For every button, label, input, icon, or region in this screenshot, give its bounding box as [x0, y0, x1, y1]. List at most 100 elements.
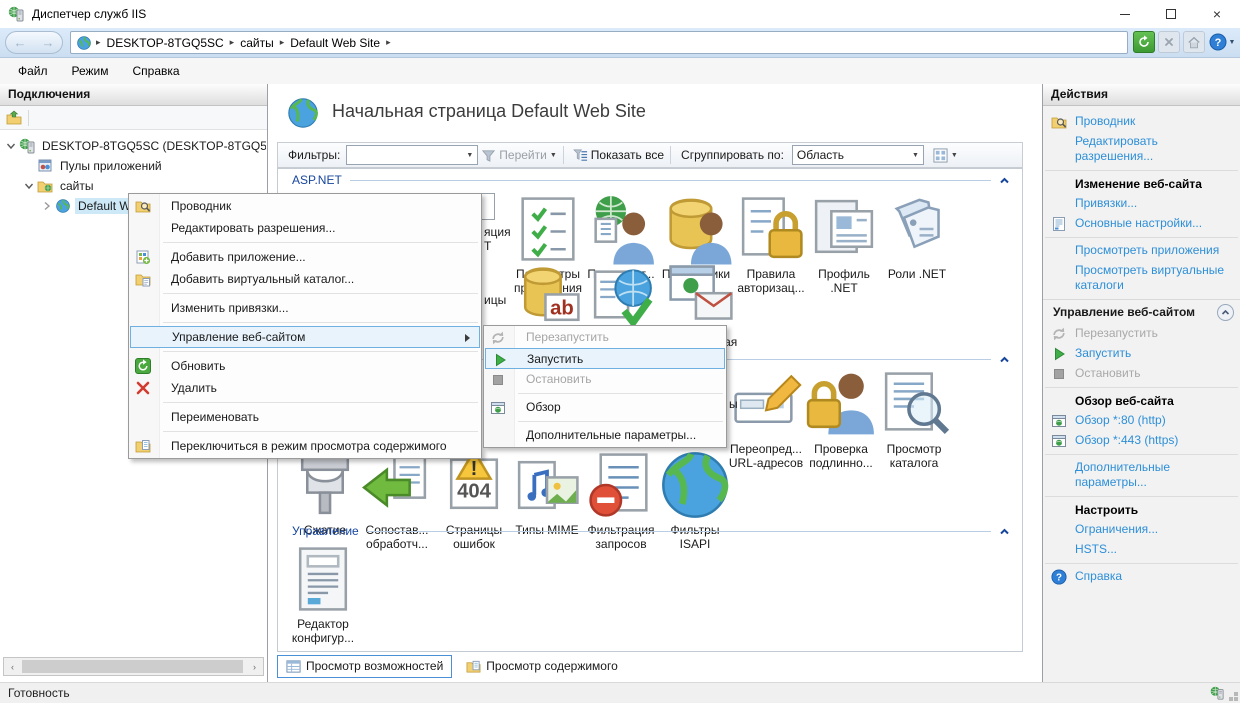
- back-icon[interactable]: ←: [14, 35, 27, 50]
- menu-item-2[interactable]: Справка: [121, 58, 192, 84]
- show-all-button[interactable]: Показать все: [591, 148, 664, 162]
- group-by-combobox[interactable]: Область▼: [792, 145, 924, 165]
- submenu-arrow-icon: [465, 334, 470, 342]
- scrollbar-thumb[interactable]: [22, 660, 243, 673]
- submenu-item-2[interactable]: Остановить: [484, 369, 726, 390]
- action-link-label: Обзор *:80 (http): [1075, 413, 1166, 427]
- action-link-21[interactable]: Ограничения...: [1043, 520, 1240, 540]
- action-link-22[interactable]: HSTS...: [1043, 540, 1240, 560]
- refreshGreen-icon: [135, 358, 151, 374]
- context-menu-item-11[interactable]: Удалить: [129, 377, 481, 399]
- maximize-button[interactable]: [1148, 0, 1194, 28]
- create-connection-icon[interactable]: [6, 110, 22, 126]
- context-menu-item-3[interactable]: Добавить приложение...: [129, 246, 481, 268]
- feature-label: обработч...: [359, 537, 435, 551]
- section-header-2: Управление: [278, 523, 1022, 539]
- stopGray-icon: [1051, 366, 1067, 382]
- feature-item[interactable]: Переопред...URL-адресов: [728, 366, 804, 470]
- feature-item[interactable]: Профиль.NET: [806, 191, 882, 295]
- pageCheck-icon: [510, 191, 586, 267]
- action-link-5[interactable]: Основные настройки...: [1043, 214, 1240, 234]
- address-bar[interactable]: ▸DESKTOP-8TGQ5SC▸сайты▸Default Web Site▸: [70, 31, 1128, 54]
- action-link-label: Остановить: [1075, 366, 1141, 380]
- breadcrumb-segment[interactable]: DESKTOP-8TGQ5SC: [103, 36, 228, 50]
- resize-grip[interactable]: [1234, 697, 1238, 701]
- section-label: ASP.NET: [292, 173, 342, 187]
- navigation-toolbar: ← → ▸DESKTOP-8TGQ5SC▸сайты▸Default Web S…: [0, 28, 1240, 58]
- chevUp-icon[interactable]: [999, 175, 1010, 186]
- submenu-item-6[interactable]: Дополнительные параметры...: [484, 425, 726, 446]
- stop-button[interactable]: [1158, 31, 1180, 53]
- context-menu-item-1[interactable]: Редактировать разрешения...: [129, 217, 481, 239]
- feature-item[interactable]: Роли .NET: [879, 191, 955, 281]
- nav-back-forward: ← →: [5, 31, 63, 54]
- action-link-11[interactable]: Запустить: [1043, 344, 1240, 364]
- menu-item-0[interactable]: Файл: [6, 58, 60, 84]
- action-link-label: Справка: [1075, 569, 1122, 583]
- action-link-4[interactable]: Привязки...: [1043, 194, 1240, 214]
- submenu-item-label: Запустить: [527, 352, 583, 366]
- action-link-8[interactable]: Просмотреть виртуальные каталоги: [1043, 261, 1240, 296]
- action-link-1[interactable]: Редактировать разрешения...: [1043, 132, 1240, 167]
- feature-item[interactable]: Правилаавторизац...: [733, 191, 809, 295]
- context-menu-item-label: Обновить: [171, 359, 225, 373]
- action-link-label: Запустить: [1075, 346, 1131, 360]
- view-mode-button[interactable]: ▼: [930, 145, 961, 166]
- collapse-circle-icon[interactable]: [1217, 304, 1234, 321]
- scroll-right-icon[interactable]: ›: [248, 660, 261, 673]
- action-link-label: Привязки...: [1075, 196, 1137, 210]
- sitesFolder-icon: [37, 178, 53, 194]
- svg-text:!: !: [471, 458, 478, 480]
- expOpen-icon: [4, 139, 18, 153]
- minimize-button[interactable]: [1102, 0, 1148, 28]
- submenu-item-0[interactable]: Перезапустить: [484, 327, 726, 348]
- context-menu-item-6[interactable]: Изменить привязки...: [129, 297, 481, 319]
- context-menu-item-4[interactable]: Добавить виртуальный каталог...: [129, 268, 481, 290]
- breadcrumb-segment[interactable]: Default Web Site: [286, 36, 384, 50]
- chevUp-icon[interactable]: [999, 354, 1010, 365]
- action-link-18[interactable]: Дополнительные параметры...: [1043, 458, 1240, 493]
- chevUp-icon[interactable]: [999, 526, 1010, 537]
- home-button[interactable]: [1183, 31, 1205, 53]
- forward-icon[interactable]: →: [42, 35, 55, 50]
- refresh-button[interactable]: [1133, 31, 1155, 53]
- expClosed-icon: [40, 199, 54, 213]
- configDoc-icon: [285, 541, 361, 617]
- context-menu-item-13[interactable]: Переименовать: [129, 406, 481, 428]
- action-link-24[interactable]: ?Справка: [1043, 567, 1240, 587]
- close-button[interactable]: ×: [1194, 0, 1240, 28]
- help-button[interactable]: ? ▼: [1207, 31, 1237, 53]
- action-link-7[interactable]: Просмотреть приложения: [1043, 241, 1240, 261]
- feature-item[interactable]: Проверкаподлинно...: [803, 366, 879, 470]
- breadcrumb-arrow-icon: ▸: [94, 37, 103, 48]
- action-link-label: Перезапустить: [1075, 326, 1158, 340]
- feature-item[interactable]: Редакторконфигур...: [285, 541, 361, 645]
- action-link-15[interactable]: Обзор *:80 (http): [1043, 411, 1240, 431]
- restartGray-icon: [490, 330, 506, 346]
- breadcrumb-segment[interactable]: сайты: [236, 36, 278, 50]
- truncated-label: ы: [729, 397, 738, 411]
- submenu-item-1[interactable]: Запустить: [485, 348, 725, 369]
- context-menu-item-label: Управление веб-сайтом: [172, 330, 305, 344]
- feature-item[interactable]: Просмотркаталога: [876, 366, 952, 470]
- stopGray-icon: [490, 372, 506, 388]
- breadcrumb-arrow-icon: ▸: [278, 37, 287, 48]
- scroll-left-icon[interactable]: ‹: [6, 660, 19, 673]
- context-menu-item-15[interactable]: Переключиться в режим просмотра содержим…: [129, 435, 481, 457]
- context-menu-item-10[interactable]: Обновить: [129, 355, 481, 377]
- submenu-item-4[interactable]: Обзор: [484, 397, 726, 418]
- filter-combobox[interactable]: ▼: [346, 145, 478, 165]
- context-menu-item-0[interactable]: Проводник: [129, 195, 481, 217]
- context-menu-item-8[interactable]: Управление веб-сайтом: [130, 326, 480, 348]
- tree-node-0[interactable]: DESKTOP-8TGQ5SC (DESKTOP-8TGQ5SC\v: [0, 136, 266, 156]
- action-link-16[interactable]: Обзор *:443 (https): [1043, 431, 1240, 451]
- menu-item-1[interactable]: Режим: [60, 58, 121, 84]
- action-link-0[interactable]: Проводник: [1043, 112, 1240, 132]
- tab-content-view[interactable]: Просмотр содержимого: [458, 656, 625, 677]
- go-button[interactable]: Перейти: [499, 148, 547, 162]
- feature-label: Профиль: [806, 267, 882, 281]
- horizontal-scrollbar[interactable]: ‹ ›: [3, 657, 264, 676]
- tree-node-1[interactable]: Пулы приложений: [0, 156, 266, 176]
- action-link-label: HSTS...: [1075, 542, 1117, 556]
- tab-features-view[interactable]: Просмотр возможностей: [277, 655, 452, 678]
